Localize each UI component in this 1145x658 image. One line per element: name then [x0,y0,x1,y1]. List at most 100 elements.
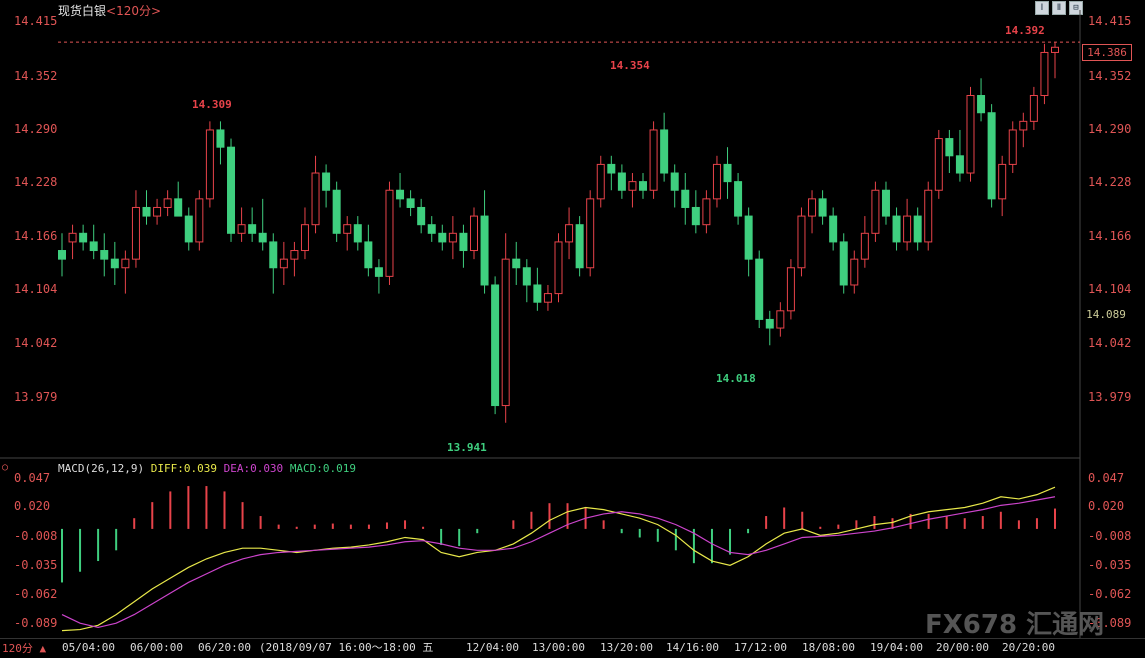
price-axis-label: 14.352 [14,68,58,83]
candle-body [248,224,257,234]
candle-body [977,95,986,114]
price-axis-label: 14.415 [14,14,58,29]
candle-body [195,198,204,243]
price-axis-label: 14.290 [1088,121,1132,136]
candle-body [776,310,785,329]
timeframe-selector[interactable]: 120分 ▲ [2,640,46,656]
candle-body [966,95,975,174]
price-axis-label: 14.104 [14,282,58,297]
candle-body [987,112,996,200]
price-axis-label: 13.979 [1088,389,1132,404]
candle-body [924,189,933,243]
candle-body [438,232,447,243]
time-tick: 20/20:00 [1002,641,1055,654]
candle-body [258,232,267,243]
time-tick: 05/04:00 [62,641,115,654]
candle-body [554,241,563,295]
time-tick: 13/00:00 [532,641,585,654]
candle-body [448,232,457,243]
candle-body [322,172,331,191]
candle-body [670,172,679,191]
candle-body [1051,46,1059,53]
candle-body [681,189,690,208]
candle-body [903,215,912,243]
macd-axis-label: -0.062 [14,587,58,602]
time-tick: 06/20:00 [198,641,251,654]
macd-axis-label: 0.047 [1088,470,1125,485]
candle-body [913,215,922,243]
time-tick: 19/04:00 [870,641,923,654]
candle-body [808,198,817,217]
macd-axis-label: -0.035 [14,558,58,573]
candle-body [522,267,531,286]
annotation-p3: 14.018 [716,372,756,385]
macd-axis-label: -0.089 [14,616,58,631]
candle-body [300,224,309,252]
candle-body [786,267,795,312]
candle-body [290,250,299,260]
price-axis-label: 14.228 [1088,175,1132,190]
candle-body [934,138,943,191]
candle-body [955,155,964,174]
candle-body [163,198,172,208]
time-tick: 12/04:00 [466,641,519,654]
macd-value: MACD:0.019 [289,462,357,475]
time-tick: 14/16:00 [666,641,719,654]
candle-body [491,284,500,407]
candle-body [755,258,764,320]
macd-diff-line [61,486,1056,632]
price-axis-label: 14.228 [14,175,58,190]
candle-body [892,215,901,243]
candle-body [660,129,669,174]
candle-body [469,215,478,252]
chart-canvas[interactable] [0,0,1145,657]
candle-body [417,206,426,226]
candle-body [205,129,214,200]
price-axis-label: 14.042 [14,335,58,350]
candle-body [881,189,890,217]
candle-body [639,181,648,191]
candle-body [691,206,700,226]
macd-diff: DIFF:0.039 [150,462,217,475]
candle-body [543,293,552,303]
candle-body [628,181,637,191]
timeframe-label: 120分 [2,642,33,655]
candle-body [1008,129,1017,165]
candle-body [734,181,743,217]
candle-body [723,163,732,183]
macd-axis-label: 0.047 [14,470,51,485]
time-tick: 17/12:00 [734,641,787,654]
candle-body [153,206,162,217]
candle-body [744,215,753,260]
macd-info: MACD(26,12,9) DIFF:0.039 DEA:0.030 MACD:… [58,462,356,475]
candle-body [110,258,119,269]
candle-body [406,198,415,208]
macd-axis-label: 0.020 [1088,499,1125,514]
candle-body [860,232,869,260]
time-tick: 18/08:00 [802,641,855,654]
annotation-p1: 14.309 [192,98,232,111]
candle-body [712,163,721,200]
annotation-high: 14.392 [1005,24,1045,37]
candle-body [174,198,183,217]
macd-name: MACD(26,12,9) [58,462,145,475]
candle-body [227,146,236,234]
macd-axis-label: 0.020 [14,499,51,514]
candle-body [100,250,109,260]
candle-body [617,172,626,191]
candle-body [702,198,711,226]
secondary-price-label: 14.089 [1086,308,1126,321]
price-axis-label: 14.352 [1088,68,1132,83]
candle-body [343,224,352,234]
candle-body [396,189,405,200]
candle-body [142,206,151,217]
macd-axis-label: -0.062 [1088,587,1132,602]
candle-body [818,198,827,217]
candle-body [1019,120,1028,131]
candle-body [596,163,605,200]
price-axis-label: 14.166 [1088,228,1132,243]
current-price-box: 14.386 [1082,44,1132,61]
candle-body [565,224,574,243]
candle-body [480,215,489,286]
candle-body [364,241,373,269]
